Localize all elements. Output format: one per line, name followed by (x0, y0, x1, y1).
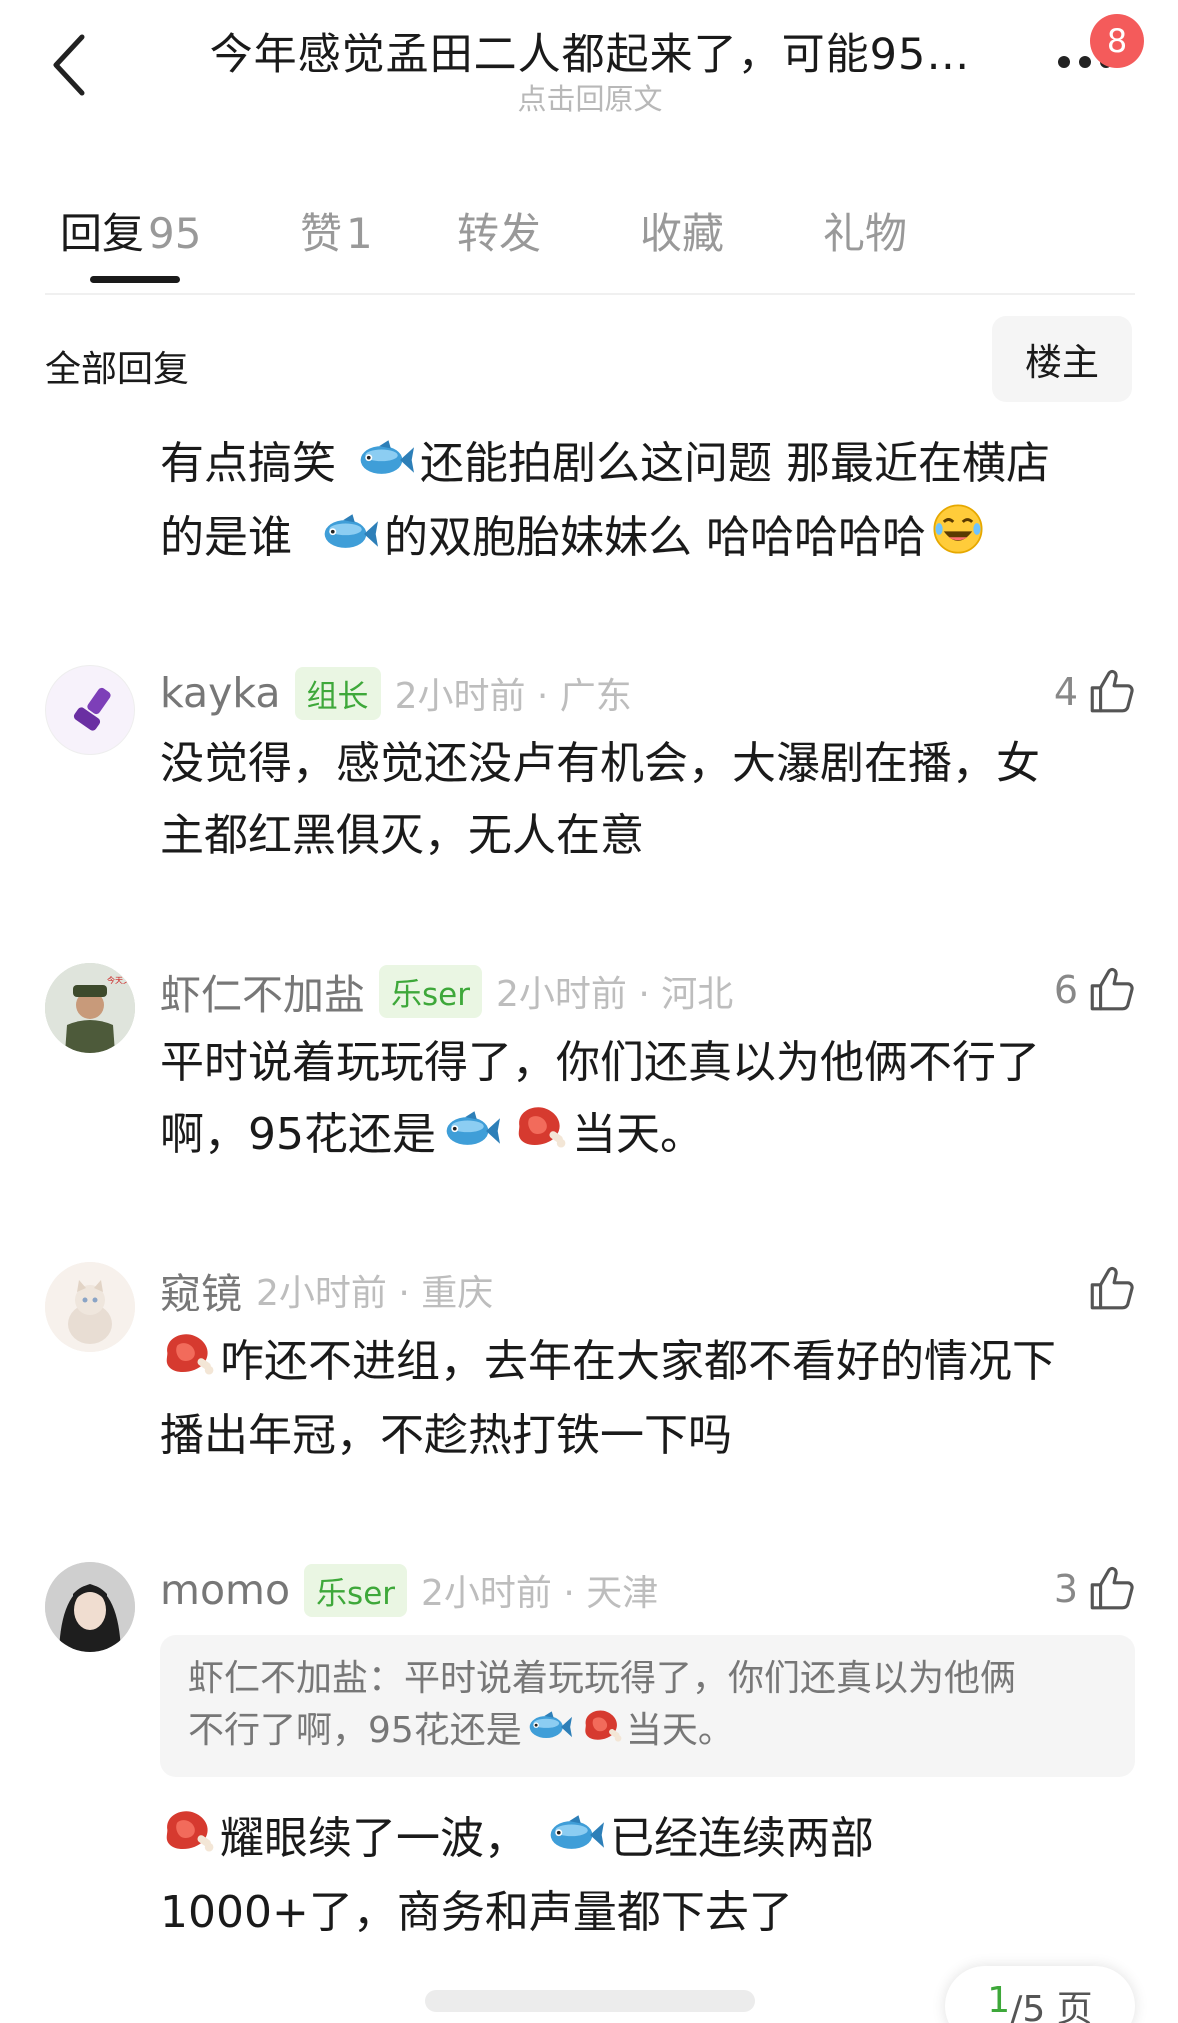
thumbs-up-icon (1086, 965, 1136, 1015)
fish-emoji-icon (442, 1111, 500, 1151)
like-button[interactable]: 4 (1054, 662, 1136, 722)
soldier-avatar-icon: 今天又 (45, 963, 135, 1053)
steak-emoji-icon (160, 1805, 214, 1855)
comment-body: 有点搞笑 还能拍剧么这问题 那最近在横店 的是谁 的双胞胎妹妹么 哈哈哈哈哈 (160, 428, 1140, 577)
comment-body: 咋还不进组，去年在大家都不看好的情况下 播出年冠，不趁热打铁一下吗 (160, 1326, 1140, 1472)
timestamp: 2小时前 · 天津 (421, 1573, 659, 1614)
comment-meta: 虾仁不加盐 乐ser 2小时前 · 河北 (160, 963, 733, 1019)
like-count: 3 (1053, 1567, 1078, 1611)
thumbs-up-icon (1086, 667, 1136, 717)
timestamp: 2小时前 · 广东 (394, 676, 632, 717)
back-arrow-icon (53, 34, 85, 96)
avatar[interactable]: 今天又 (45, 963, 135, 1053)
comment-body: 平时说着玩玩得了，你们还真以为他俩不行了 啊，95花还是 当天。 (160, 1037, 1040, 1160)
like-button[interactable] (1086, 1259, 1136, 1319)
stamp-icon (73, 687, 111, 731)
cat-avatar-icon (45, 1262, 135, 1352)
avatar[interactable] (45, 1562, 135, 1652)
comment-meta: 窥镜 2小时前 · 重庆 (160, 1262, 493, 1318)
comment-meta: momo 乐ser 2小时前 · 天津 (160, 1562, 658, 1618)
tab-bar: 回复95 赞1 转发 收藏 礼物 (45, 190, 1135, 295)
timestamp: 2小时前 · 河北 (495, 974, 734, 1015)
username[interactable]: momo (160, 1566, 290, 1614)
steak-emoji-icon (580, 1706, 622, 1744)
more-dots-icon (1058, 56, 1070, 68)
tab-favorites[interactable]: 收藏 (640, 200, 724, 261)
comment-line: 的是谁 的双胞胎妹妹么 哈哈哈哈哈 (160, 502, 1140, 577)
fish-emoji-icon (356, 440, 414, 480)
like-count: 4 (1053, 670, 1078, 714)
steak-emoji-icon (160, 1328, 214, 1378)
tab-gifts[interactable]: 礼物 (823, 200, 907, 261)
comment-meta: kayka 组长 2小时前 · 广东 (160, 665, 632, 721)
fish-emoji-icon (526, 1711, 572, 1743)
tab-reposts[interactable]: 转发 (457, 200, 541, 261)
fish-emoji-icon (546, 1815, 604, 1855)
timestamp: 2小时前 · 重庆 (256, 1273, 494, 1314)
thumbs-up-icon (1086, 1264, 1136, 1314)
op-only-button[interactable]: 楼主 (992, 316, 1132, 402)
comment-body: 耀眼续了一波， 已经连续两部 1000+了，商务和声量都下去了 (160, 1803, 1140, 1949)
notification-badge: 8 (1090, 14, 1144, 68)
svg-text:今天又: 今天又 (107, 975, 131, 985)
like-button[interactable]: 3 (1054, 1559, 1136, 1619)
comment-line: 有点搞笑 还能拍剧么这问题 那最近在横店 (160, 438, 1050, 489)
steak-emoji-icon (512, 1101, 566, 1151)
laugh-emoji-icon (932, 503, 984, 555)
user-badge: 组长 (294, 666, 381, 720)
back-button[interactable] (40, 30, 100, 100)
thumbs-up-icon (1086, 1564, 1136, 1614)
home-indicator (425, 1990, 755, 2012)
top-bar: 今年感觉孟田二人都起来了，可能95… 点击回原文 8 (0, 0, 1178, 140)
girl-avatar-icon (45, 1562, 135, 1652)
like-count: 6 (1053, 968, 1078, 1012)
avatar[interactable] (45, 1262, 135, 1352)
comment-body: 没觉得，感觉还没卢有机会，大瀑剧在播，女 主都红黑俱灭，无人在意 (160, 738, 1040, 861)
user-badge: 乐ser (379, 964, 482, 1018)
post-title[interactable]: 今年感觉孟田二人都起来了，可能95… (180, 20, 1000, 82)
tab-replies[interactable]: 回复95 (60, 200, 201, 261)
username[interactable]: 虾仁不加盐 (160, 961, 365, 1021)
avatar[interactable] (45, 665, 135, 755)
page-indicator[interactable]: 1/5 页 (945, 1966, 1135, 2023)
fish-emoji-icon (320, 514, 378, 554)
quoted-reply[interactable]: 虾仁不加盐：平时说着玩玩得了，你们还真以为他俩 不行了啊，95花还是 当天。 (160, 1635, 1135, 1777)
back-to-original-link[interactable]: 点击回原文 (180, 76, 1000, 118)
active-tab-indicator (90, 276, 180, 283)
username[interactable]: kayka (160, 669, 281, 717)
username[interactable]: 窥镜 (160, 1260, 242, 1320)
filter-all-replies[interactable]: 全部回复 (45, 340, 189, 392)
like-button[interactable]: 6 (1054, 960, 1136, 1020)
user-badge: 乐ser (304, 1563, 408, 1617)
tab-likes[interactable]: 赞1 (300, 200, 373, 261)
